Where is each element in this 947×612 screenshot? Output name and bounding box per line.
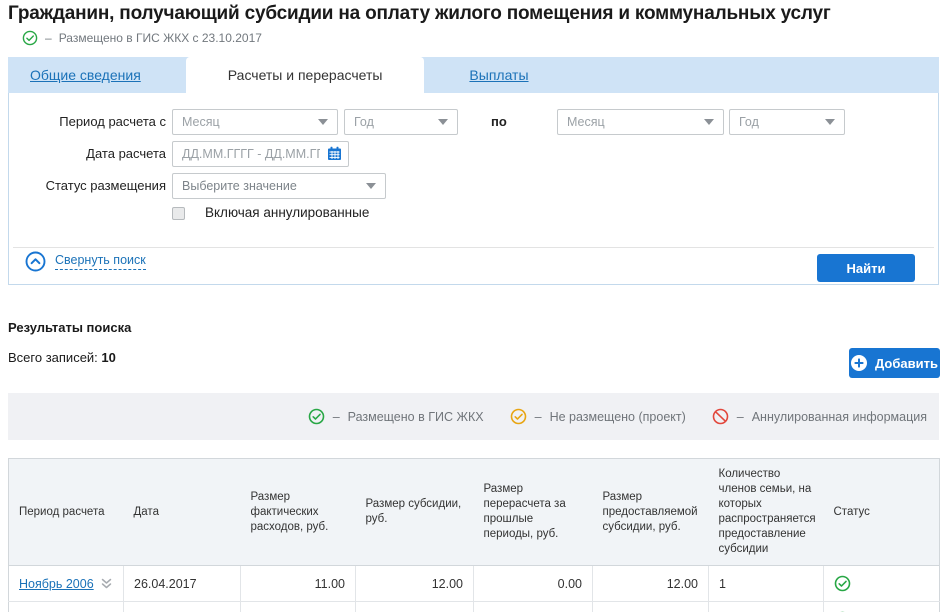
check-green-icon: [834, 575, 929, 592]
provided-subsidy-cell: 12.00: [593, 566, 709, 602]
table-header-row: Период расчета Дата Размер фактических р…: [9, 459, 940, 566]
calc-date-label: Дата расчета: [9, 141, 166, 167]
add-button[interactable]: Добавить: [849, 348, 940, 378]
search-panel: Период расчета с Месяц Год по Месяц Год …: [8, 93, 939, 285]
results-table: Период расчета Дата Размер фактических р…: [8, 458, 940, 612]
page-title: Гражданин, получающий субсидии на оплату…: [8, 3, 831, 25]
period-to-year-select[interactable]: Год: [729, 109, 845, 135]
recalculation-cell: 9.80: [474, 602, 593, 612]
period-from-year-placeholder: Год: [354, 115, 374, 129]
tab-calculations[interactable]: Расчеты и перерасчеты: [186, 57, 425, 93]
include-cancelled-checkbox[interactable]: [172, 207, 185, 220]
period-from-year-select[interactable]: Год: [344, 109, 458, 135]
legend-posted-label: Размещено в ГИС ЖКХ: [348, 410, 484, 424]
actual-expenses-cell: -7.05: [241, 602, 356, 612]
legend-dash: –: [535, 410, 542, 424]
family-members-cell: 1: [709, 566, 824, 602]
table-row: Ноябрь 2006 29.08.2016 -7.05 8.00 9.80 1…: [9, 602, 940, 612]
placement-status-select[interactable]: Выберите значение: [172, 173, 386, 199]
tab-general-info[interactable]: Общие сведения: [30, 57, 141, 93]
calc-date-field-wrap: [172, 141, 349, 167]
legend-cancelled-label: Аннулированная информация: [752, 410, 927, 424]
chevron-down-icon: [438, 119, 448, 125]
legend-posted: – Размещено в ГИС ЖКХ: [308, 408, 484, 425]
legend-draft-label: Не размещено (проект): [550, 410, 686, 424]
col-header-subsidy: Размер субсидии, руб.: [356, 459, 474, 566]
col-header-actual-expenses: Размер фактических расходов, руб.: [241, 459, 356, 566]
status-text: Размещено в ГИС ЖКХ с 23.10.2017: [59, 31, 262, 45]
posted-check-icon: [22, 30, 38, 46]
period-from-label: Период расчета с: [9, 109, 166, 135]
results-heading: Результаты поиска: [8, 320, 131, 335]
chevron-down-icon: [318, 119, 328, 125]
chevron-down-icon: [704, 119, 714, 125]
search-button[interactable]: Найти: [817, 254, 915, 282]
include-cancelled-label: Включая аннулированные: [205, 205, 369, 220]
tab-bar: Общие сведения Расчеты и перерасчеты Вып…: [8, 57, 939, 93]
subsidy-cell: 8.00: [356, 602, 474, 612]
col-header-date: Дата: [124, 459, 241, 566]
collapse-search-label: Свернуть поиск: [55, 253, 146, 270]
legend-draft: – Не размещено (проект): [510, 408, 686, 425]
collapse-chevron-up-icon: [25, 251, 46, 272]
expand-double-chevron-icon[interactable]: [100, 577, 113, 590]
col-header-recalculation: Размер перерасчета за прошлые периоды, р…: [474, 459, 593, 566]
legend-cancelled: – Аннулированная информация: [712, 408, 927, 425]
page: Гражданин, получающий субсидии на оплату…: [0, 0, 947, 612]
check-yellow-icon: [510, 408, 527, 425]
placement-status-label: Статус размещения: [9, 173, 166, 199]
period-to-month-placeholder: Месяц: [567, 115, 605, 129]
add-button-label: Добавить: [875, 356, 938, 371]
status-cell: [824, 566, 940, 602]
calc-date-input[interactable]: [172, 141, 349, 167]
total-records-label: Всего записей:: [8, 350, 98, 365]
total-records: Всего записей: 10: [8, 350, 116, 365]
period-from-month-select[interactable]: Месяц: [172, 109, 338, 135]
entity-status: – Размещено в ГИС ЖКХ с 23.10.2017: [22, 30, 262, 46]
actual-expenses-cell: 11.00: [241, 566, 356, 602]
recalculation-cell: 0.00: [474, 566, 593, 602]
date-cell: 26.04.2017: [124, 566, 241, 602]
cancel-red-icon: [712, 408, 729, 425]
status-dash: –: [45, 31, 52, 45]
period-to-month-select[interactable]: Месяц: [557, 109, 724, 135]
col-header-provided-subsidy: Размер предоставляемой субсидии, руб.: [593, 459, 709, 566]
subsidy-cell: 12.00: [356, 566, 474, 602]
status-legend: – Размещено в ГИС ЖКХ – Не размещено (пр…: [8, 393, 939, 440]
plus-circle-icon: [851, 355, 867, 371]
period-from-month-placeholder: Месяц: [182, 115, 220, 129]
total-records-value: 10: [101, 350, 115, 365]
check-green-icon: [308, 408, 325, 425]
period-to-year-placeholder: Год: [739, 115, 759, 129]
legend-dash: –: [737, 410, 744, 424]
col-header-period: Период расчета: [9, 459, 124, 566]
col-header-status: Статус: [824, 459, 940, 566]
status-cell: [824, 602, 940, 612]
collapse-search-link[interactable]: Свернуть поиск: [25, 251, 146, 272]
period-to-label: по: [491, 109, 507, 135]
chevron-down-icon: [825, 119, 835, 125]
family-members-cell: 6: [709, 602, 824, 612]
panel-divider: [13, 247, 934, 248]
col-header-family-members: Количество членов семьи, на которых расп…: [709, 459, 824, 566]
calendar-icon[interactable]: [327, 146, 342, 161]
date-cell: 29.08.2016: [124, 602, 241, 612]
period-link[interactable]: Ноябрь 2006: [19, 577, 94, 591]
provided-subsidy-cell: 10.00: [593, 602, 709, 612]
table-row: Ноябрь 2006 26.04.2017 11.00 12.00 0.00 …: [9, 566, 940, 602]
tab-payments[interactable]: Выплаты: [469, 57, 528, 93]
chevron-down-icon: [366, 183, 376, 189]
placement-status-placeholder: Выберите значение: [182, 179, 297, 193]
legend-dash: –: [333, 410, 340, 424]
